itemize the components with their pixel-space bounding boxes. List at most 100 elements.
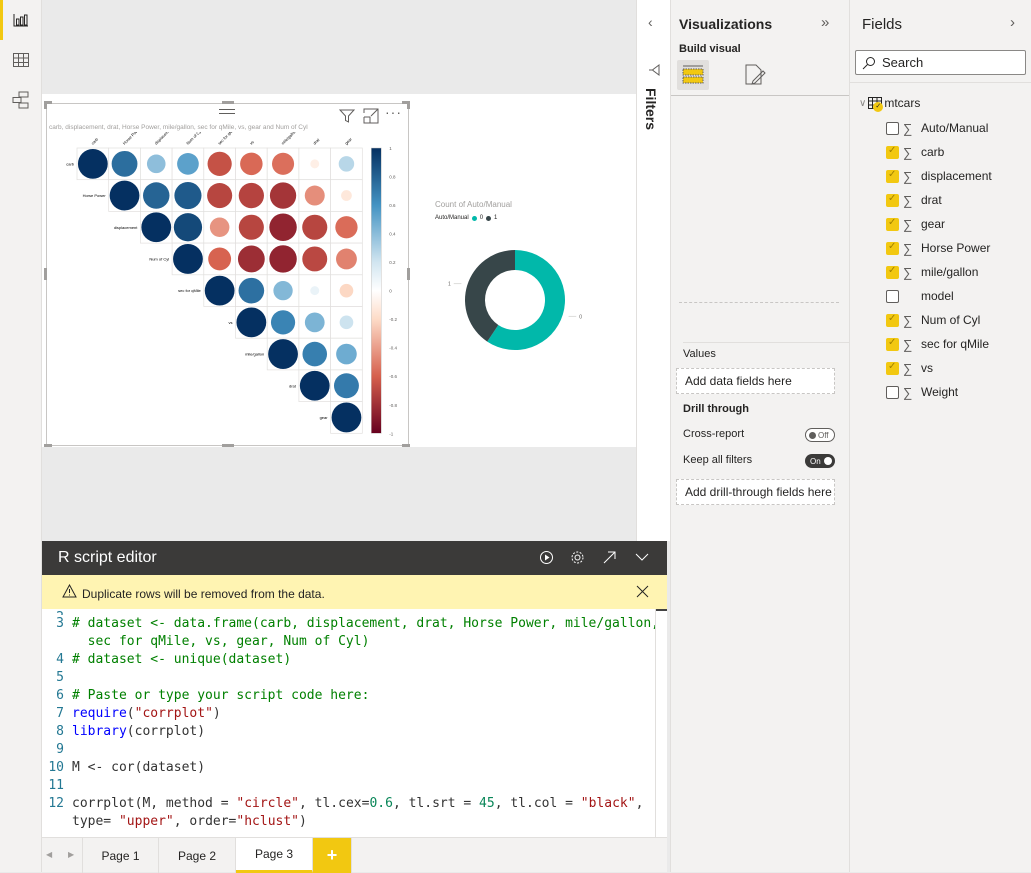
values-well[interactable]: Add data fields here bbox=[676, 368, 835, 394]
donut-visual[interactable]: Count of Auto/Manual Auto/Manual 0 1 01 bbox=[425, 190, 630, 360]
field-checkbox[interactable] bbox=[886, 361, 899, 375]
resize-handle[interactable] bbox=[222, 444, 234, 447]
corr-circle bbox=[238, 277, 265, 304]
field-item[interactable]: ∑ Num of Cyl bbox=[886, 311, 980, 329]
field-checkbox[interactable] bbox=[886, 265, 899, 279]
expand-filters-icon[interactable]: ‹ bbox=[648, 14, 653, 30]
page-tab-1[interactable]: Page 1 bbox=[82, 838, 159, 873]
format-visual-icon[interactable] bbox=[743, 63, 767, 87]
left-nav bbox=[0, 0, 42, 872]
field-label: vs bbox=[921, 361, 933, 375]
row-label: carb bbox=[66, 161, 75, 166]
code-token: ) bbox=[212, 706, 221, 721]
code-line: 3 # dataset <- data.frame(carb, displacem… bbox=[42, 615, 655, 633]
field-checkbox[interactable] bbox=[886, 145, 899, 159]
colorbar-tick: -0.4 bbox=[389, 346, 397, 351]
more-options-icon[interactable]: ··· bbox=[385, 104, 402, 120]
toggle-state: Off bbox=[818, 430, 829, 440]
collapse-fields-icon[interactable]: › bbox=[1010, 14, 1015, 31]
row-label: gear bbox=[320, 415, 329, 420]
r-visual[interactable]: ··· carb, displacement, drat, Horse Powe… bbox=[46, 103, 409, 446]
data-view-button[interactable] bbox=[0, 40, 42, 80]
corr-circle bbox=[338, 156, 355, 172]
filters-label[interactable]: Filters bbox=[643, 88, 659, 130]
resize-handle[interactable] bbox=[407, 268, 410, 280]
code-token: ( bbox=[126, 706, 135, 721]
corr-circle bbox=[240, 152, 263, 176]
resize-handle[interactable] bbox=[402, 444, 410, 447]
page-tab-2[interactable]: Page 2 bbox=[159, 838, 236, 873]
field-checkbox[interactable] bbox=[886, 385, 899, 399]
corr-circle bbox=[270, 310, 296, 335]
run-script-icon[interactable] bbox=[539, 550, 554, 565]
resize-handle[interactable] bbox=[222, 101, 234, 104]
close-icon[interactable] bbox=[636, 585, 649, 598]
cross-report-toggle[interactable]: Off bbox=[805, 428, 835, 442]
prev-page-icon[interactable]: ◀ bbox=[46, 850, 52, 859]
field-checkbox[interactable] bbox=[886, 193, 899, 207]
warning-bar: Duplicate rows will be removed from the … bbox=[42, 575, 667, 609]
search-input[interactable]: Search bbox=[855, 50, 1026, 75]
row-label: Num of Cyl bbox=[149, 256, 169, 261]
resize-handle[interactable] bbox=[44, 268, 47, 280]
corr-circle bbox=[304, 312, 325, 333]
build-visual-tab[interactable] bbox=[677, 60, 709, 90]
field-checkbox[interactable] bbox=[886, 289, 899, 303]
collapse-pane-icon[interactable]: » bbox=[821, 14, 829, 31]
colorbar-tick: 1 bbox=[389, 146, 392, 151]
field-item[interactable]: ∑ Weight bbox=[886, 383, 958, 401]
expand-editor-icon[interactable] bbox=[602, 550, 617, 565]
field-item[interactable]: ∑ Horse Power bbox=[886, 239, 990, 257]
drag-handle-icon[interactable] bbox=[219, 106, 235, 116]
field-item[interactable]: ∑ mile/gallon bbox=[886, 263, 978, 281]
drill-through-well[interactable]: Add drill-through fields here bbox=[676, 479, 835, 505]
report-view-button[interactable] bbox=[0, 0, 42, 40]
model-view-button[interactable] bbox=[0, 80, 42, 120]
resize-handle[interactable] bbox=[44, 101, 47, 109]
settings-icon[interactable] bbox=[570, 550, 585, 565]
focus-mode-icon[interactable] bbox=[363, 108, 379, 124]
field-checkbox[interactable] bbox=[886, 337, 899, 351]
corr-circle bbox=[204, 275, 235, 306]
donut-data-label: 1 bbox=[448, 282, 451, 288]
add-page-button[interactable]: + bbox=[313, 838, 352, 873]
field-checkbox[interactable] bbox=[886, 241, 899, 255]
field-item[interactable]: ∑ sec for qMile bbox=[886, 335, 989, 353]
code-token: corrplot(M, method = bbox=[72, 796, 237, 811]
corr-circle bbox=[237, 245, 265, 273]
next-page-icon[interactable]: ▶ bbox=[68, 850, 74, 859]
field-item[interactable]: ∑ drat bbox=[886, 191, 942, 209]
field-item[interactable]: ∑ vs bbox=[886, 359, 933, 377]
col-label: vs bbox=[249, 139, 255, 145]
corr-circle bbox=[146, 154, 166, 174]
visual-subtitle: carb, displacement, drat, Horse Power, m… bbox=[49, 124, 308, 131]
field-checkbox[interactable] bbox=[886, 121, 899, 135]
table-mtcars[interactable]: ∨ ✓ mtcars bbox=[859, 96, 920, 112]
scrollbar-thumb[interactable] bbox=[656, 609, 667, 611]
field-label: displacement bbox=[921, 169, 992, 183]
model-icon bbox=[12, 91, 29, 109]
resize-handle[interactable] bbox=[44, 444, 52, 447]
resize-handle[interactable] bbox=[407, 101, 410, 109]
sigma-icon: ∑ bbox=[903, 312, 913, 328]
keep-filters-toggle[interactable]: On bbox=[805, 454, 835, 468]
colorbar-tick: 0.8 bbox=[389, 175, 396, 180]
field-checkbox[interactable] bbox=[886, 217, 899, 231]
field-item[interactable]: ∑ displacement bbox=[886, 167, 992, 185]
sigma-icon: ∑ bbox=[903, 144, 913, 160]
field-label: sec for qMile bbox=[921, 337, 990, 351]
donut-slice-1[interactable] bbox=[465, 250, 515, 342]
filter-icon[interactable] bbox=[339, 108, 355, 124]
field-checkbox[interactable] bbox=[886, 169, 899, 183]
field-item[interactable]: ∑ gear bbox=[886, 215, 945, 233]
field-item[interactable]: ∑ Auto/Manual bbox=[886, 119, 988, 137]
code-area[interactable]: 23# dataset <- data.frame(carb, displace… bbox=[42, 609, 655, 837]
field-item[interactable]: ∑ carb bbox=[886, 143, 944, 161]
field-item[interactable]: model bbox=[886, 287, 954, 305]
corr-circle bbox=[310, 286, 320, 296]
editor-scrollbar[interactable] bbox=[655, 609, 667, 837]
page-tab-3[interactable]: Page 3 bbox=[236, 838, 313, 873]
chevron-down-icon[interactable] bbox=[635, 552, 649, 562]
col-label: carb bbox=[90, 136, 100, 146]
field-checkbox[interactable] bbox=[886, 313, 899, 327]
